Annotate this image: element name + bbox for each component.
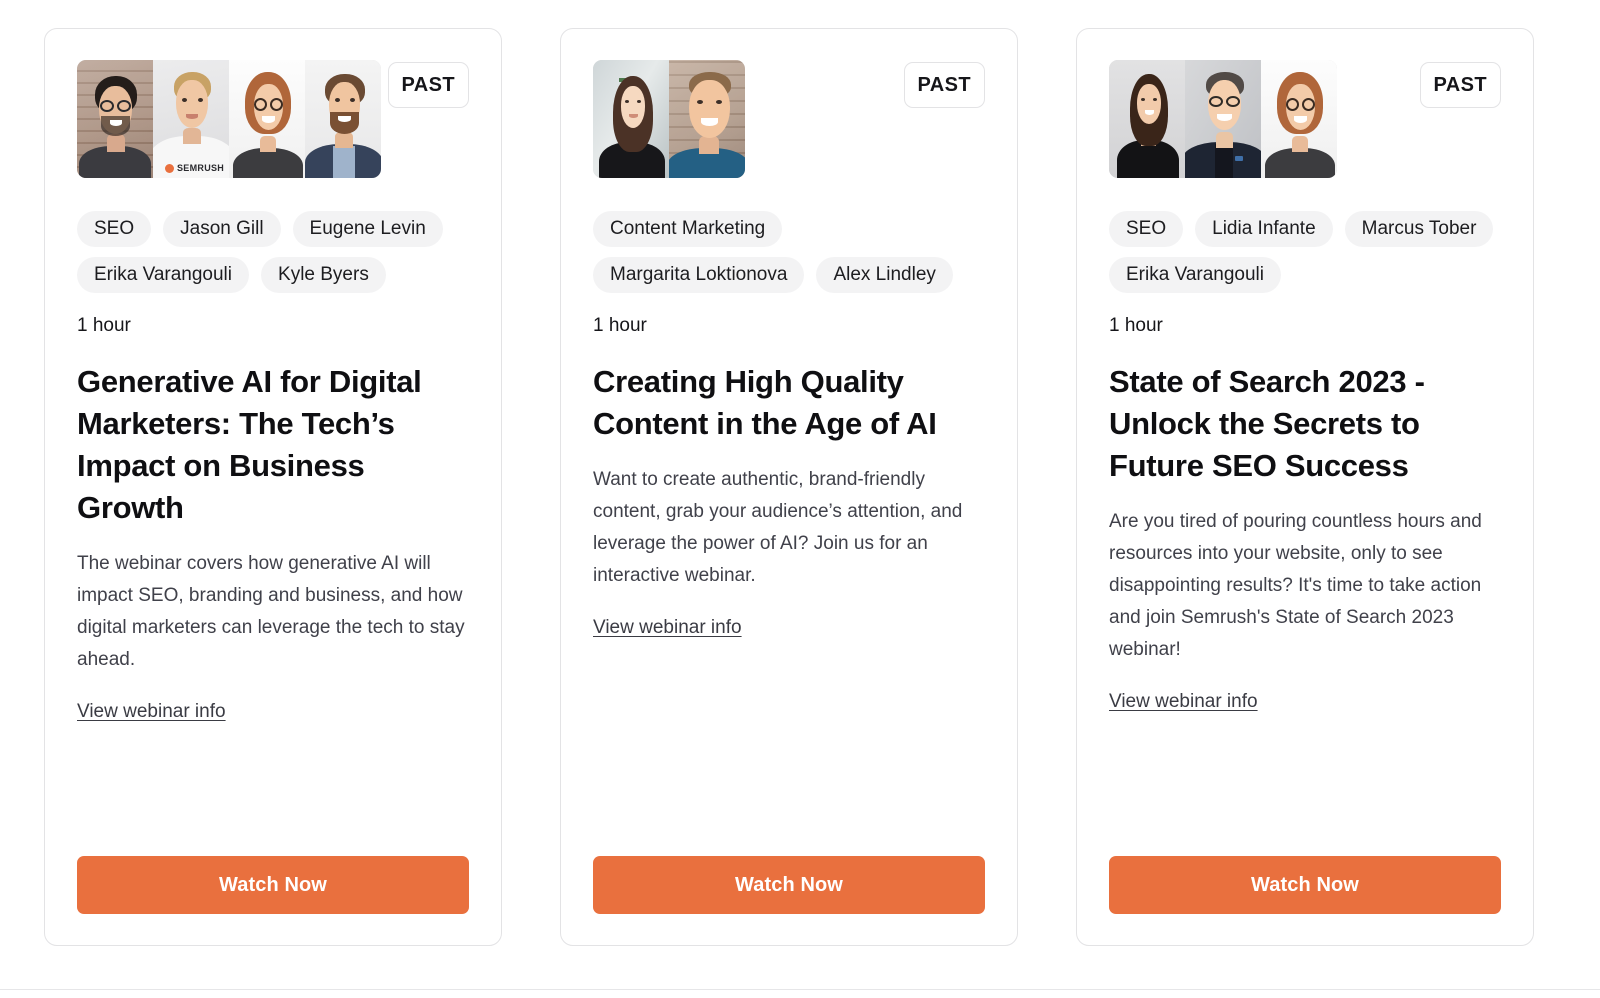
- speaker-avatar: [1261, 60, 1337, 178]
- page-divider: [0, 989, 1600, 990]
- tag-pill[interactable]: Margarita Loktionova: [593, 257, 805, 293]
- duration-label: 1 hour: [77, 315, 131, 336]
- card-header: SEMRUSH PAST: [77, 60, 469, 180]
- tag-pill[interactable]: Marcus Tober: [1344, 211, 1494, 247]
- webinar-card[interactable]: PAST SEO Lidia Infante Marcus Tober Erik…: [1076, 28, 1534, 946]
- tag-pill[interactable]: Content Marketing: [593, 211, 783, 247]
- tag-list: Content Marketing Margarita Loktionova A…: [593, 211, 985, 293]
- tag-pill[interactable]: Erika Varangouli: [77, 257, 250, 293]
- watch-now-button[interactable]: Watch Now: [77, 856, 469, 914]
- view-webinar-info-link[interactable]: View webinar info: [593, 614, 742, 642]
- webinar-card[interactable]: SEMRUSH PAST SEO Jason Gill Eugene Levin…: [44, 28, 502, 946]
- speaker-avatar: [1109, 60, 1185, 178]
- status-badge: PAST: [387, 62, 469, 108]
- webinar-description: The webinar covers how generative AI wil…: [77, 553, 465, 670]
- webinar-title: Generative AI for Digital Marketers: The…: [77, 364, 422, 525]
- tag-pill[interactable]: Erika Varangouli: [1109, 257, 1282, 293]
- speaker-avatar-strip: [1109, 60, 1337, 178]
- duration-label: 1 hour: [593, 315, 647, 336]
- tag-list: SEO Jason Gill Eugene Levin Erika Varang…: [77, 211, 469, 293]
- watch-now-button[interactable]: Watch Now: [593, 856, 985, 914]
- tag-pill[interactable]: Alex Lindley: [816, 257, 953, 293]
- webinar-listing-page: SEMRUSH PAST SEO Jason Gill Eugene Levin…: [0, 0, 1600, 998]
- webinar-title: Creating High Quality Content in the Age…: [593, 364, 937, 441]
- speaker-avatar-strip: [593, 60, 745, 178]
- tag-list: SEO Lidia Infante Marcus Tober Erika Var…: [1109, 211, 1501, 293]
- watch-now-button[interactable]: Watch Now: [1109, 856, 1501, 914]
- card-header: PAST: [593, 60, 985, 180]
- tag-pill[interactable]: Eugene Levin: [292, 211, 443, 247]
- speaker-avatar: [593, 60, 669, 178]
- webinar-title: State of Search 2023 - Unlock the Secret…: [1109, 364, 1425, 483]
- status-badge: PAST: [903, 62, 985, 108]
- view-webinar-info-link[interactable]: View webinar info: [1109, 688, 1258, 716]
- tag-pill[interactable]: Jason Gill: [163, 211, 281, 247]
- tag-pill[interactable]: SEO: [1109, 211, 1184, 247]
- card-header: PAST: [1109, 60, 1501, 180]
- speaker-avatar: [305, 60, 381, 178]
- speaker-avatar: SEMRUSH: [153, 60, 229, 178]
- view-webinar-info-link[interactable]: View webinar info: [77, 698, 226, 726]
- speaker-avatar-strip: SEMRUSH: [77, 60, 381, 178]
- status-badge: PAST: [1419, 62, 1501, 108]
- speaker-avatar: [229, 60, 305, 178]
- webinar-description: Want to create authentic, brand-friendly…: [593, 469, 963, 586]
- duration-label: 1 hour: [1109, 315, 1163, 336]
- tag-pill[interactable]: SEO: [77, 211, 152, 247]
- webinar-description: Are you tired of pouring countless hours…: [1109, 511, 1482, 660]
- tag-pill[interactable]: Lidia Infante: [1195, 211, 1333, 247]
- speaker-avatar: [669, 60, 745, 178]
- speaker-avatar: [1185, 60, 1261, 178]
- webinar-card-grid: SEMRUSH PAST SEO Jason Gill Eugene Levin…: [44, 28, 1534, 946]
- webinar-card[interactable]: PAST Content Marketing Margarita Loktion…: [560, 28, 1018, 946]
- tag-pill[interactable]: Kyle Byers: [261, 257, 386, 293]
- speaker-avatar: [77, 60, 153, 178]
